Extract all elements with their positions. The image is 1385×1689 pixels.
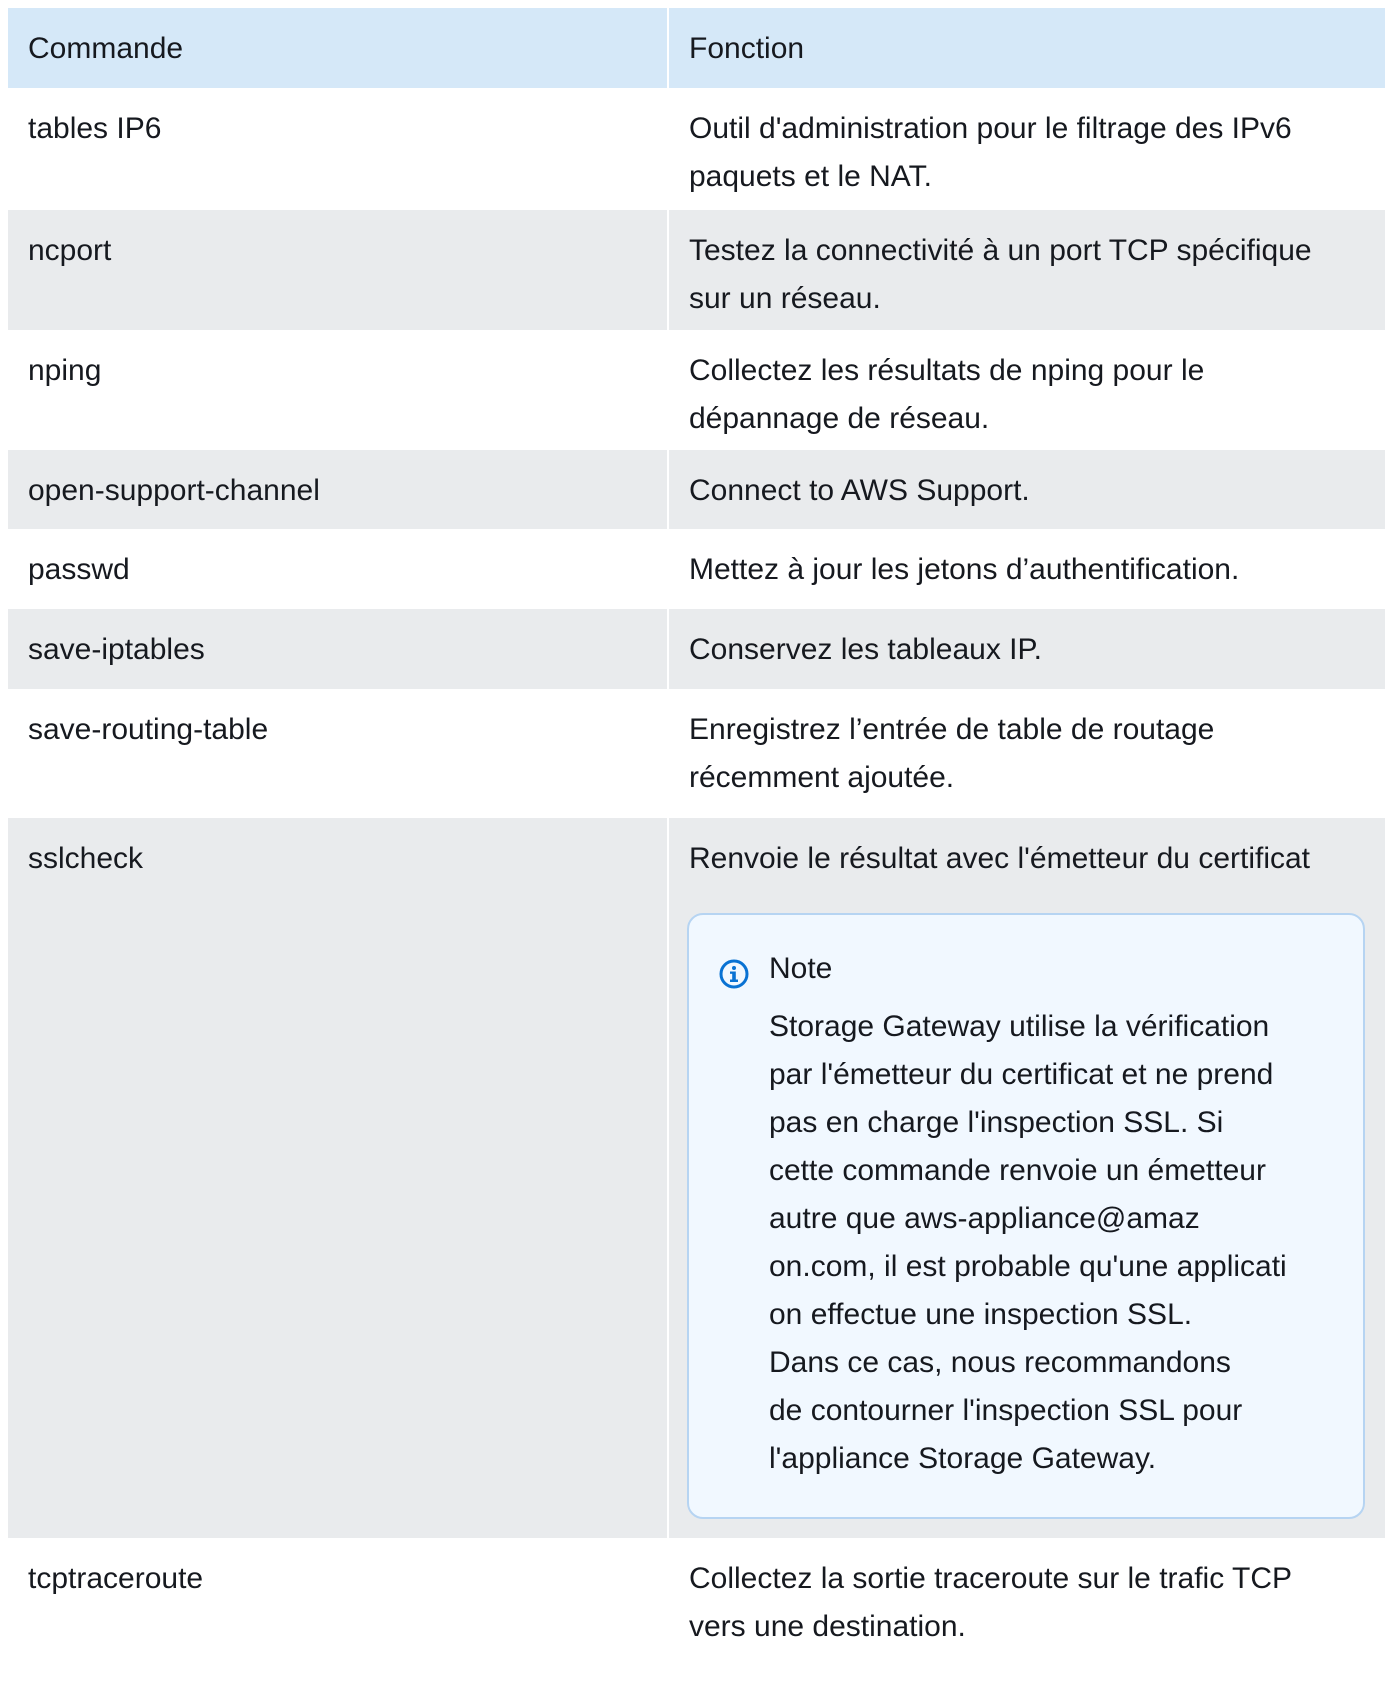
function-cell: Renvoie le résultat avec l'émetteur du c…	[669, 818, 1385, 1538]
note-title: Note	[769, 952, 833, 985]
header-function: Fonction	[689, 32, 805, 65]
table-row: save-iptables Conservez les tableaux IP.	[8, 609, 1385, 689]
table-row: tables IP6 Outil d'administration pour l…	[8, 88, 1385, 210]
command-cell: save-iptables	[8, 609, 669, 689]
table-row: save-routing-table Enregistrez l’entrée …	[8, 689, 1385, 818]
function-cell: Testez la connectivité à un port TCP spé…	[689, 234, 1312, 315]
note-header: Note	[719, 945, 1333, 993]
table-header: Commande Fonction	[8, 8, 1385, 88]
command-cell: sslcheck	[8, 818, 669, 1538]
command-cell: tcptraceroute	[8, 1538, 669, 1658]
command-cell: tables IP6	[8, 88, 669, 210]
table-row: nping Collectez les résultats de nping p…	[8, 330, 1385, 450]
table-row: ncport Testez la connectivité à un port …	[8, 210, 1385, 330]
function-cell: Collectez les résultats de nping pour le…	[689, 354, 1205, 435]
function-cell: Conservez les tableaux IP.	[689, 633, 1042, 666]
command-cell: nping	[8, 330, 669, 450]
header-command: Commande	[8, 8, 669, 88]
command-cell: open-support-channel	[8, 450, 669, 529]
table-row: open-support-channel Connect to AWS Supp…	[8, 450, 1385, 529]
note-text: Storage Gateway utilise la vérification …	[769, 1010, 1287, 1475]
function-cell: Collectez la sortie traceroute sur le tr…	[689, 1562, 1293, 1643]
command-cell: save-routing-table	[8, 689, 669, 818]
table-row: passwd Mettez à jour les jetons d’authen…	[8, 529, 1385, 609]
note-box: Note Storage Gateway utilise la vérifica…	[687, 913, 1365, 1519]
function-cell: Outil d'administration pour le filtrage …	[689, 112, 1292, 193]
info-icon	[719, 956, 749, 989]
function-cell: Enregistrez l’entrée de table de routage…	[689, 713, 1215, 794]
command-cell: ncport	[8, 210, 669, 330]
table-row: sslcheck Renvoie le résultat avec l'émet…	[8, 818, 1385, 1538]
function-cell: Connect to AWS Support.	[689, 474, 1030, 507]
table-row: tcptraceroute Collectez la sortie tracer…	[8, 1538, 1385, 1658]
function-cell: Mettez à jour les jetons d’authentificat…	[689, 553, 1240, 586]
command-cell: passwd	[8, 529, 669, 609]
commands-table: Commande Fonction tables IP6 Outil d'adm…	[8, 8, 1385, 1658]
